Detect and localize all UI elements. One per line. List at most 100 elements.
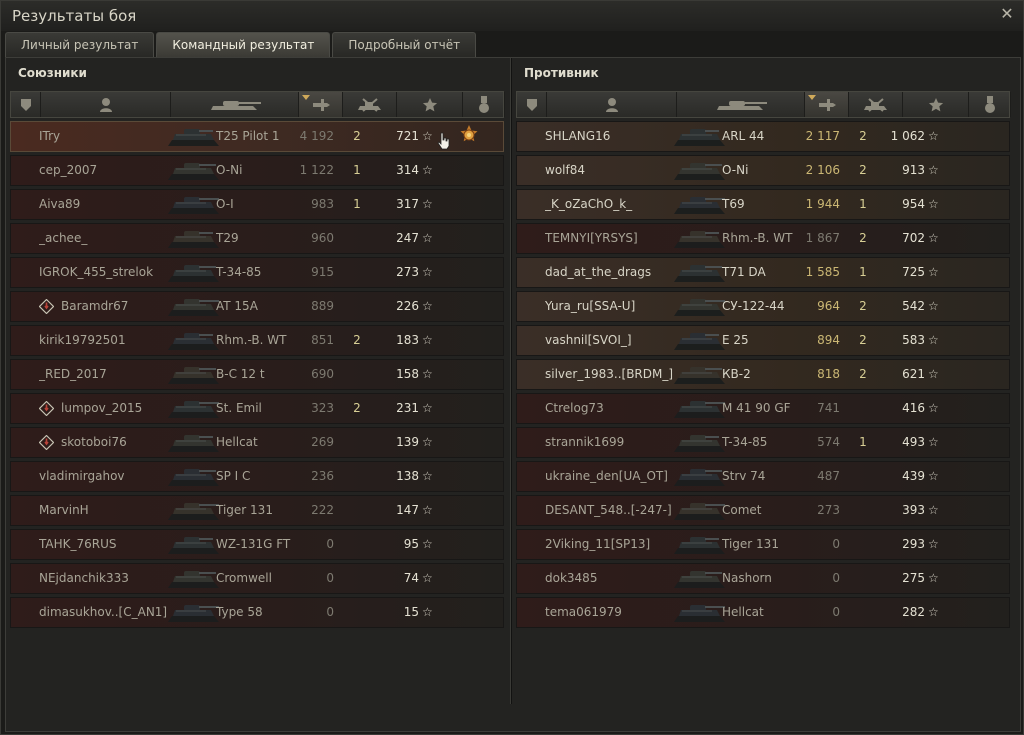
kills-value: [347, 258, 367, 287]
column-header-player[interactable]: [41, 92, 171, 117]
table-row[interactable]: TAHK_76RUS WZ-131G FT 0 95 ☆: [10, 529, 504, 560]
column-header-experience-star[interactable]: [903, 92, 969, 117]
table-row[interactable]: NEjdanchik333 Cromwell 0 74 ☆: [10, 563, 504, 594]
experience-value: 393: [902, 503, 925, 517]
player-name: сер_2007: [39, 163, 98, 177]
experience-star-icon: ☆: [928, 197, 939, 211]
table-row[interactable]: _achee_ T29 960 247 ☆: [10, 223, 504, 254]
table-row[interactable]: dimasukhov..[C_AN1] Type 58 0 15 ☆: [10, 597, 504, 628]
table-row[interactable]: сер_2007 O-Ni 1 122 1 314 ☆: [10, 155, 504, 186]
table-row[interactable]: IGROK_455_strelok T-34-85 915 273 ☆: [10, 257, 504, 288]
column-header-experience-star[interactable]: [397, 92, 463, 117]
experience-star-icon: ☆: [422, 129, 433, 143]
damage-value: 0: [832, 537, 840, 551]
experience-star-icon: [928, 97, 944, 113]
sort-arrow-icon: [302, 95, 310, 100]
table-row[interactable]: Yura_ru[SSA-U] СУ-122-44 964 2 542 ☆: [516, 291, 1010, 322]
damage-value: 1 585: [805, 265, 840, 279]
player-name: Aiva89: [39, 197, 81, 211]
damage-value: 889: [311, 299, 334, 313]
table-row[interactable]: tema061979 Hellcat 0 282 ☆: [516, 597, 1010, 628]
table-row[interactable]: TEMNYI[YRSYS] Rhm.-B. WT 1 867 2 702 ☆: [516, 223, 1010, 254]
player-name: _achee_: [39, 231, 88, 245]
damage-value: 741: [817, 401, 840, 415]
column-header-kills[interactable]: [849, 92, 903, 117]
damage-value: 222: [311, 503, 334, 517]
tab-detailed-report[interactable]: Подробный отчёт: [332, 32, 477, 57]
kills-value: [853, 598, 873, 627]
table-row[interactable]: wolf84 O-Ni 2 106 2 913 ☆: [516, 155, 1010, 186]
player-name: IGROK_455_strelok: [39, 265, 154, 279]
medal-icon: [478, 95, 490, 114]
kills-value: [347, 530, 367, 559]
kills-value: 1: [353, 197, 361, 211]
table-row[interactable]: SHLANG16 ARL 44 2 117 2 1 062 ☆: [516, 121, 1010, 152]
column-header-tank[interactable]: [171, 92, 299, 117]
damage-value: 960: [311, 231, 334, 245]
table-row[interactable]: DESANT_548..[-247-] Comet 273 393 ☆: [516, 495, 1010, 526]
table-row[interactable]: Baramdr67 AT 15A 889 226 ☆: [10, 291, 504, 322]
column-header-kills[interactable]: [343, 92, 397, 117]
close-icon[interactable]: ✕: [999, 6, 1015, 22]
table-row[interactable]: silver_1983..[BRDM_] КВ-2 818 2 621 ☆: [516, 359, 1010, 390]
column-header-medal[interactable]: [463, 92, 505, 117]
table-row[interactable]: _RED_2017 B-C 12 t 690 158 ☆: [10, 359, 504, 390]
experience-star-icon: ☆: [422, 571, 433, 585]
experience-value: 542: [902, 299, 925, 313]
table-row[interactable]: lumpov_2015 St. Emil 323 2 231 ☆: [10, 393, 504, 424]
table-row[interactable]: kirik19792501 Rhm.-B. WT 851 2 183 ☆: [10, 325, 504, 356]
tab-team-result[interactable]: Командный результат: [156, 32, 331, 57]
table-row[interactable]: skotoboi76 Hellcat 269 139 ☆: [10, 427, 504, 458]
table-row[interactable]: ukraine_den[UA_OT] Strv 74 487 439 ☆: [516, 461, 1010, 492]
damage-value: 1 122: [299, 163, 334, 177]
experience-value: 913: [902, 163, 925, 177]
experience-value: 95: [403, 537, 419, 551]
enemies-rows: SHLANG16 ARL 44 2 117 2 1 062 ☆ wolf84 O-Ni 2 10…: [516, 121, 1010, 631]
damage-value: 0: [326, 571, 334, 585]
table-row[interactable]: _K_oZaChO_k_ T69 1 944 1 954 ☆: [516, 189, 1010, 220]
table-row[interactable]: MarvinH Tiger 131 222 147 ☆: [10, 495, 504, 526]
table-row[interactable]: 2Viking_11[SP13] Tiger 131 0 293 ☆: [516, 529, 1010, 560]
column-header-damage[interactable]: [805, 92, 849, 117]
kills-value: 2: [859, 333, 867, 347]
column-header-platoon[interactable]: [11, 92, 41, 117]
enemies-title: Противник: [524, 66, 599, 80]
damage-value: 323: [311, 401, 334, 415]
kills-value: [853, 530, 873, 559]
experience-star-icon: ☆: [928, 163, 939, 177]
player-name: Yura_ru[SSA-U]: [545, 299, 636, 313]
kills-value: 2: [859, 231, 867, 245]
experience-star-icon: ☆: [928, 299, 939, 313]
column-header-medal[interactable]: [969, 92, 1011, 117]
sort-arrow-icon: [808, 95, 816, 100]
kills-value: [853, 462, 873, 491]
table-row[interactable]: strannik1699 T-34-85 574 1 493 ☆: [516, 427, 1010, 458]
player-name: wolf84: [545, 163, 585, 177]
kills-icon: [863, 97, 889, 112]
allies-rows: ITry T25 Pilot 14 192 2 721 ☆ сер_2007 O-Ni 1 1…: [10, 121, 504, 631]
column-header-damage[interactable]: [299, 92, 343, 117]
experience-value: 139: [396, 435, 419, 449]
table-row[interactable]: Aiva89 O-I 983 1 317 ☆: [10, 189, 504, 220]
table-row[interactable]: dad_at_the_drags T71 DA 1 585 1 725 ☆: [516, 257, 1010, 288]
table-row[interactable]: dok3485 Nashorn 0 275 ☆: [516, 563, 1010, 594]
table-row[interactable]: vladimirgahov SP I C 236 138 ☆: [10, 461, 504, 492]
player-icon: [99, 97, 113, 113]
kills-value: 1: [859, 197, 867, 211]
achievement-medal-icon[interactable]: [457, 124, 481, 148]
column-header-player[interactable]: [547, 92, 677, 117]
player-name: SHLANG16: [545, 129, 611, 143]
table-row[interactable]: vashnil[SVOI_] E 25 894 2 583 ☆: [516, 325, 1010, 356]
tank-icon: [207, 97, 263, 113]
kills-value: [853, 394, 873, 423]
experience-star-icon: [422, 97, 438, 113]
column-header-tank[interactable]: [677, 92, 805, 117]
kills-value: [853, 496, 873, 525]
table-row[interactable]: Ctrelog73 M 41 90 GF 741 416 ☆: [516, 393, 1010, 424]
kills-value: [347, 462, 367, 491]
column-header-platoon[interactable]: [517, 92, 547, 117]
damage-value: 0: [326, 605, 334, 619]
kills-value: 2: [353, 401, 361, 415]
table-row[interactable]: ITry T25 Pilot 14 192 2 721 ☆: [10, 121, 504, 152]
tab-personal-result[interactable]: Личный результат: [5, 32, 155, 57]
